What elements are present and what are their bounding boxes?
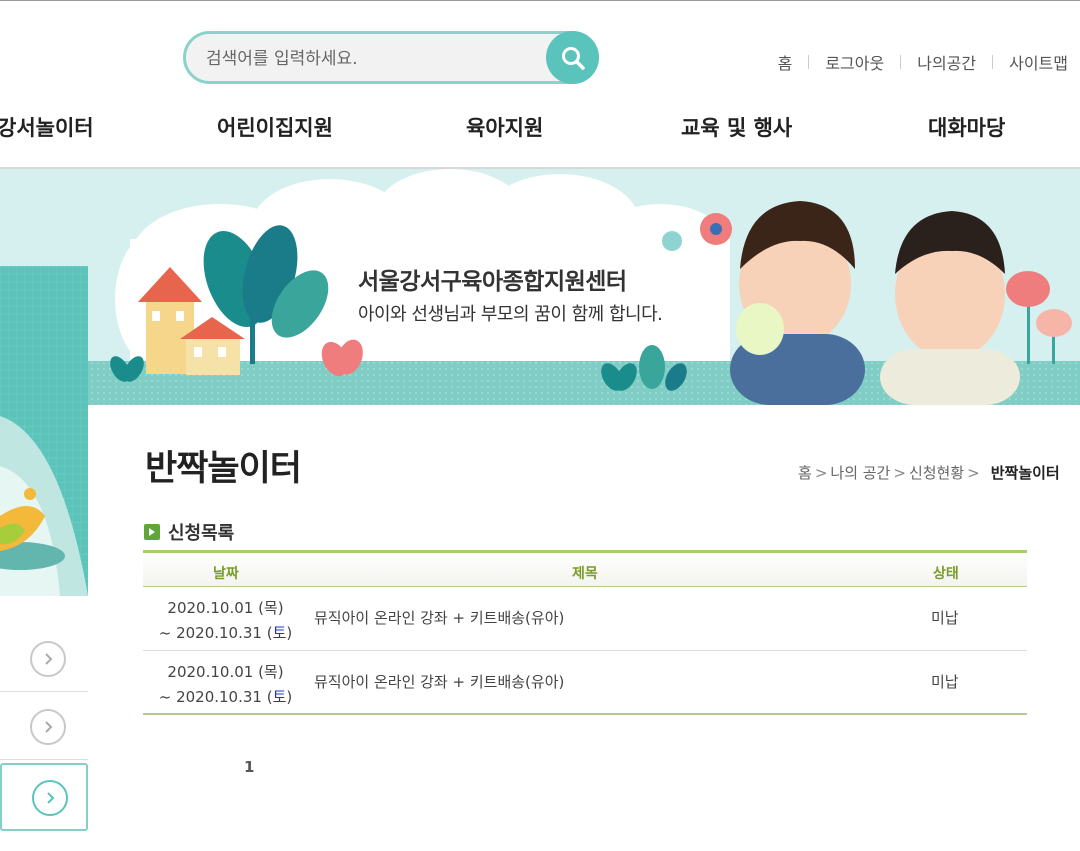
breadcrumb-separator-icon: > bbox=[893, 463, 906, 482]
side-nav-item[interactable] bbox=[0, 626, 88, 692]
date-end: ~ 2020.10.31 (토) bbox=[143, 621, 308, 646]
table-row[interactable]: 2020.10.01 (목) ~ 2020.10.31 (토) 뮤직아이 온라인… bbox=[143, 587, 1027, 651]
util-link-sitemap[interactable]: 사이트맵 bbox=[1009, 50, 1068, 74]
breadcrumb-home[interactable]: 홈 bbox=[798, 462, 812, 483]
search-icon bbox=[561, 46, 585, 70]
chevron-right-icon bbox=[30, 641, 66, 677]
breadcrumb-applications[interactable]: 신청현황 bbox=[909, 462, 964, 483]
nav-item-parenting-support[interactable]: 육아지원 bbox=[466, 112, 543, 142]
row-date: 2020.10.01 (목) ~ 2020.10.31 (토) bbox=[143, 660, 308, 710]
column-header-subject: 제목 bbox=[572, 566, 598, 582]
breadcrumb-myspace[interactable]: 나의 공간 bbox=[830, 462, 890, 483]
date-start: 2020.10.01 (목) bbox=[167, 663, 284, 681]
application-table: 날짜 제목 상태 2020.10.01 (목) ~ 2020.10.31 (토)… bbox=[143, 550, 1027, 715]
column-header-status: 상태 bbox=[933, 566, 959, 582]
date-end-text: ~ 2020.10.31 ( bbox=[158, 688, 273, 706]
page-title: 반짝놀이터 bbox=[145, 449, 302, 489]
search-box bbox=[183, 31, 599, 84]
date-end-close: ) bbox=[286, 624, 293, 642]
breadcrumb-separator-icon: > bbox=[814, 463, 828, 482]
search-button[interactable] bbox=[546, 31, 599, 84]
row-status: 미납 bbox=[931, 673, 959, 691]
breadcrumb-separator-icon: > bbox=[967, 463, 980, 482]
date-end: ~ 2020.10.31 (토) bbox=[143, 685, 308, 710]
chevron-right-icon bbox=[32, 780, 68, 816]
nav-item-community[interactable]: 대화마당 bbox=[928, 112, 1005, 142]
breadcrumb-current: 반짝놀이터 bbox=[990, 464, 1060, 482]
row-subject[interactable]: 뮤직아이 온라인 강좌 + 키트배송(유아) bbox=[314, 607, 564, 628]
breadcrumb: 홈 > 나의 공간 > 신청현황 > 반짝놀이터 bbox=[798, 462, 1060, 483]
table-header: 날짜 제목 상태 bbox=[143, 553, 1027, 587]
banner-title: 서울강서구육아종합지원센터 bbox=[358, 269, 627, 295]
utility-nav: 홈 로그아웃 나의공간 사이트맵 bbox=[778, 50, 1068, 74]
nav-item-education-events[interactable]: 교육 및 행사 bbox=[681, 112, 792, 142]
util-divider bbox=[900, 55, 902, 69]
util-divider bbox=[992, 55, 994, 69]
util-link-logout[interactable]: 로그아웃 bbox=[825, 50, 884, 74]
banner-subtitle: 아이와 선생님과 부모의 꿈이 함께 합니다. bbox=[358, 304, 663, 325]
date-end-day: 토 bbox=[272, 688, 287, 706]
nav-item-playground[interactable]: 강서놀이터 bbox=[0, 112, 94, 142]
date-end-day: 토 bbox=[272, 624, 287, 642]
pagination-current-page[interactable]: 1 bbox=[244, 758, 254, 776]
table-row[interactable]: 2020.10.01 (목) ~ 2020.10.31 (토) 뮤직아이 온라인… bbox=[143, 651, 1027, 715]
date-start: 2020.10.01 (목) bbox=[167, 599, 284, 617]
row-date: 2020.10.01 (목) ~ 2020.10.31 (토) bbox=[143, 596, 308, 646]
chevron-right-icon bbox=[30, 709, 66, 745]
search-input[interactable] bbox=[206, 44, 526, 74]
section-title-text: 신청목록 bbox=[168, 523, 235, 544]
row-subject[interactable]: 뮤직아이 온라인 강좌 + 키트배송(유아) bbox=[314, 671, 564, 692]
row-status: 미납 bbox=[931, 609, 959, 627]
section-title: 신청목록 bbox=[144, 519, 234, 545]
top-border bbox=[0, 0, 1080, 1]
nav-item-daycare-support[interactable]: 어린이집지원 bbox=[217, 112, 333, 142]
column-header-date: 날짜 bbox=[213, 566, 239, 582]
date-end-text: ~ 2020.10.31 ( bbox=[158, 624, 273, 642]
date-end-close: ) bbox=[286, 688, 293, 706]
side-nav-decoration bbox=[0, 266, 88, 596]
util-divider bbox=[808, 55, 810, 69]
util-link-myspace[interactable]: 나의공간 bbox=[917, 50, 976, 74]
play-bullet-icon bbox=[144, 524, 160, 540]
side-nav-item-active[interactable] bbox=[0, 763, 88, 831]
main-nav: 강서놀이터 어린이집지원 육아지원 교육 및 행사 대화마당 bbox=[0, 112, 1080, 146]
util-link-home[interactable]: 홈 bbox=[778, 50, 793, 74]
side-nav-item[interactable] bbox=[0, 694, 88, 760]
search-bar bbox=[183, 31, 599, 84]
